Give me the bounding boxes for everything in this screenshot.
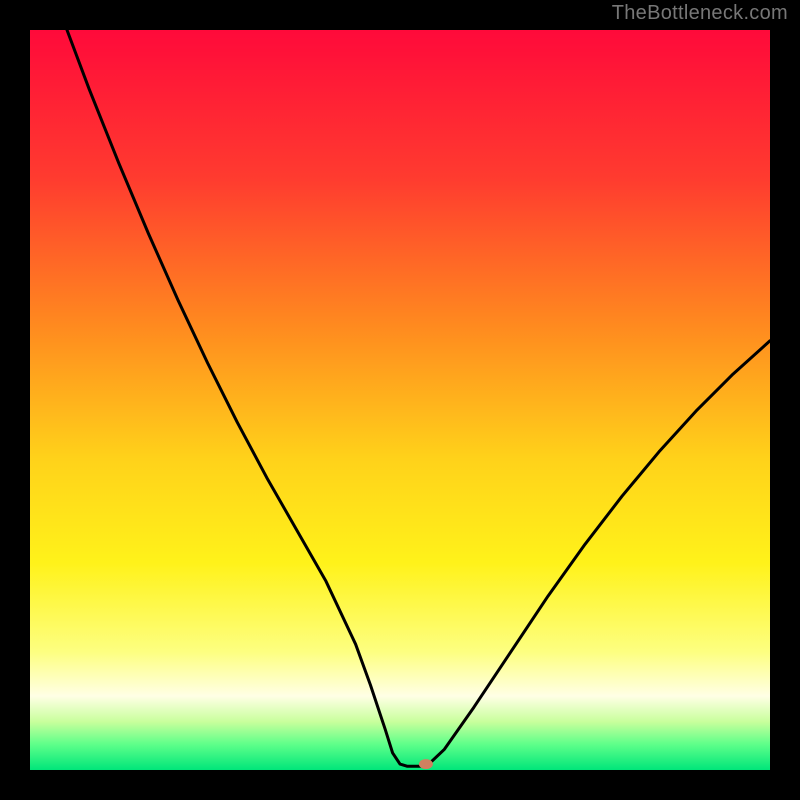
watermark-text: TheBottleneck.com: [612, 2, 788, 25]
chart-frame: TheBottleneck.com: [0, 0, 800, 800]
bottleneck-chart: [0, 0, 800, 800]
chart-background: [30, 30, 770, 770]
optimum-marker: [419, 759, 433, 769]
